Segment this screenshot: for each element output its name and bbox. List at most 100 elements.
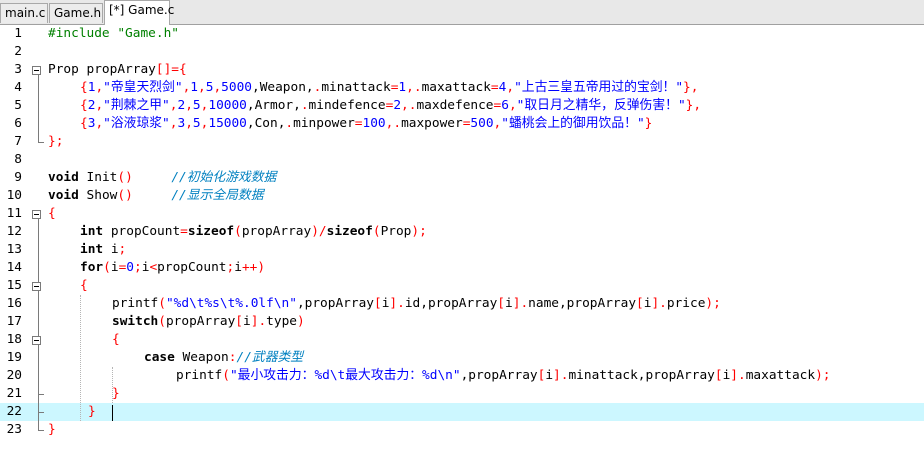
- code-token: =: [490, 80, 499, 95]
- code-token: 1: [398, 80, 407, 95]
- line-number: 1: [14, 26, 22, 41]
- code-token: maxpower: [401, 116, 463, 131]
- code-line-23: }: [48, 421, 56, 439]
- line-number: 14: [6, 260, 22, 275]
- code-token: [: [497, 296, 506, 311]
- line-number: 9: [14, 170, 22, 185]
- code-line-10: void Show() //显示全局数据: [48, 187, 264, 205]
- code-token: 5: [192, 116, 201, 131]
- code-token: ;: [118, 242, 127, 257]
- code-token: (): [117, 170, 133, 185]
- code-token: .: [300, 98, 309, 113]
- line-number: 4: [14, 80, 22, 95]
- code-token: );: [705, 296, 721, 311]
- tab-game-h[interactable]: Game.h: [49, 3, 103, 23]
- line-number: 20: [6, 368, 22, 383]
- string-literal: "最小攻击力：%d\t最大攻击力：%d\n": [229, 368, 461, 383]
- line-number: 2: [14, 44, 22, 59]
- code-token: ].: [389, 296, 405, 311]
- code-token: 15000: [208, 116, 247, 131]
- code-token: (: [222, 368, 230, 383]
- code-token: [: [636, 296, 644, 311]
- code-token: propCount: [157, 260, 227, 275]
- code-token: .: [393, 116, 402, 131]
- code-token: ,: [95, 116, 104, 131]
- code-line-11: {: [48, 205, 56, 223]
- fold-end-mark: [38, 412, 44, 413]
- fold-toggle-icon[interactable]: [32, 210, 41, 219]
- code-token: =: [354, 116, 363, 131]
- file-tab-bar: main.c Game.h [*] Game.c: [0, 0, 924, 25]
- code-token: ,: [401, 98, 409, 113]
- fold-range-line: [38, 75, 39, 142]
- code-token: ,: [185, 98, 193, 113]
- code-token: ,: [406, 80, 414, 95]
- code-token: 6: [501, 98, 509, 113]
- code-token: (): [117, 188, 133, 203]
- keyword: for: [80, 260, 104, 275]
- code-line-4: {1,"帝皇天烈剑",1,5,5000,Weapon,.minattack=1,…: [80, 79, 698, 97]
- code-token: ,Con,: [246, 116, 286, 131]
- code-token: maxattack: [745, 368, 816, 383]
- keyword: int: [80, 224, 104, 239]
- string-literal: "取日月之精华，反弹伤害！": [516, 98, 686, 113]
- line-number: 19: [6, 350, 22, 365]
- code-token: i: [110, 260, 119, 275]
- line-number: 11: [6, 206, 22, 221]
- code-token: maxattack: [421, 80, 491, 95]
- code-token: 5000: [221, 80, 252, 95]
- fold-toggle-icon[interactable]: [32, 336, 41, 345]
- code-editor[interactable]: 1 2 3 4 5 6 7 8 9 10 11 12 13 14 15 16 1…: [0, 25, 924, 454]
- code-token: };: [48, 134, 64, 149]
- code-line-1: #include "Game.h": [48, 25, 179, 43]
- code-token: {: [80, 116, 88, 131]
- code-token: 500: [470, 116, 494, 131]
- code-token: i: [505, 296, 513, 311]
- tab-game-c[interactable]: [*] Game.c: [104, 0, 174, 25]
- code-token: [: [235, 314, 244, 329]
- code-line-9: void Init() //初始化游戏数据: [48, 169, 276, 187]
- code-token: 10000: [208, 98, 247, 113]
- string-literal: "上古三皇五帝用过的宝剑！": [514, 80, 684, 95]
- line-number: 18: [6, 332, 22, 347]
- code-token: minpower: [293, 116, 355, 131]
- code-token: )/: [311, 224, 327, 239]
- code-line-7: };: [48, 133, 63, 151]
- code-token: (: [234, 224, 242, 239]
- code-token: Show: [78, 188, 118, 203]
- code-line-15: {: [80, 277, 88, 295]
- code-line-6: {3,"浴液琼浆",3,5,15000,Con,.minpower=100,.m…: [80, 115, 652, 133]
- string-literal: "帝皇天烈剑": [103, 80, 183, 95]
- code-token: maxdefence: [416, 98, 494, 113]
- keyword: int: [80, 242, 104, 257]
- string-literal: "%d\t%s\t%.0lf\n": [165, 296, 297, 311]
- indent-guide: [80, 295, 81, 421]
- code-token: minattack: [321, 80, 391, 95]
- line-number: 12: [6, 224, 22, 239]
- code-token: propArray: [165, 314, 236, 329]
- line-number: 13: [6, 242, 22, 257]
- code-token: {: [112, 332, 120, 347]
- fold-toggle-icon[interactable]: [32, 282, 41, 291]
- tab-label: Game.h: [54, 6, 102, 20]
- fold-range-line: [38, 219, 39, 430]
- code-line-5: {2,"荆棘之甲",2,5,10000,Armor,.mindefence=2,…: [80, 97, 701, 115]
- code-token: i: [545, 368, 554, 383]
- code-line-19: case Weapon://武器类型: [144, 349, 303, 367]
- keyword: void: [48, 170, 79, 185]
- code-token: ): [257, 260, 266, 275]
- code-token: }: [644, 116, 653, 131]
- code-token: 2: [393, 98, 402, 113]
- code-token: Init: [78, 170, 118, 185]
- code-token: [: [373, 296, 382, 311]
- code-token: }: [88, 404, 96, 419]
- code-line-13: int i;: [80, 241, 126, 259]
- code-token: 0: [126, 260, 134, 275]
- code-token: (: [103, 260, 111, 275]
- code-token: propCount: [103, 224, 181, 239]
- tab-main-c[interactable]: main.c: [0, 3, 48, 23]
- fold-toggle-icon[interactable]: [32, 66, 41, 75]
- keyword: switch: [112, 314, 159, 329]
- code-token: ].: [553, 368, 569, 383]
